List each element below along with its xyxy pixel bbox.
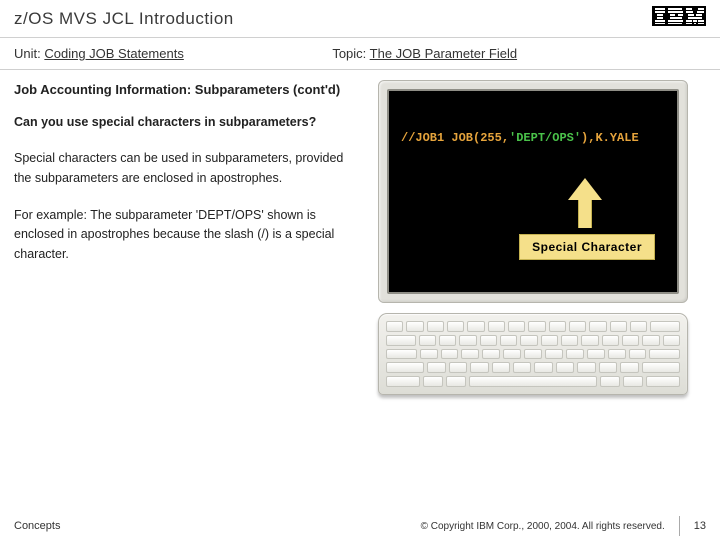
footer: Concepts © Copyright IBM Corp., 2000, 20… <box>0 512 720 540</box>
title-bar: z/OS MVS JCL Introduction <box>0 0 720 38</box>
code-highlight: 'DEPT/OPS' <box>509 131 581 145</box>
topic-value: The JOB Parameter Field <box>370 46 517 61</box>
callout-label: Special Character <box>519 234 655 260</box>
ibm-logo-icon <box>652 6 706 31</box>
code-line: //JOB1 JOB(255,'DEPT/OPS'),K.YALE <box>401 131 665 145</box>
paragraph-2: For example: The subparameter 'DEPT/OPS'… <box>14 206 348 264</box>
footer-right: © Copyright IBM Corp., 2000, 2004. All r… <box>421 516 706 536</box>
code-part-2: ),K.YALE <box>581 131 639 145</box>
page-number: 13 <box>694 520 706 532</box>
footer-left: Concepts <box>14 520 60 532</box>
right-column: //JOB1 JOB(255,'DEPT/OPS'),K.YALE Specia… <box>360 80 706 395</box>
main-content: Job Accounting Information: Subparameter… <box>0 70 720 395</box>
unit-value: Coding JOB Statements <box>44 46 183 61</box>
topic-label: Topic: <box>332 46 366 61</box>
unit-label: Unit: <box>14 46 41 61</box>
page-title: z/OS MVS JCL Introduction <box>14 9 234 29</box>
topic-block: Topic: The JOB Parameter Field <box>332 46 706 61</box>
sub-header: Unit: Coding JOB Statements Topic: The J… <box>0 38 720 70</box>
question-heading: Can you use special characters in subpar… <box>14 113 348 131</box>
copyright-text: © Copyright IBM Corp., 2000, 2004. All r… <box>421 521 665 532</box>
section-title: Job Accounting Information: Subparameter… <box>14 82 348 97</box>
keyboard-icon <box>378 313 688 395</box>
unit-block: Unit: Coding JOB Statements <box>14 46 332 61</box>
left-column: Job Accounting Information: Subparameter… <box>14 80 360 395</box>
monitor-frame: //JOB1 JOB(255,'DEPT/OPS'),K.YALE Specia… <box>378 80 688 303</box>
footer-separator <box>679 516 680 536</box>
code-part-1: //JOB1 JOB(255, <box>401 131 509 145</box>
paragraph-1: Special characters can be used in subpar… <box>14 149 348 188</box>
terminal-screen: //JOB1 JOB(255,'DEPT/OPS'),K.YALE Specia… <box>387 89 679 294</box>
